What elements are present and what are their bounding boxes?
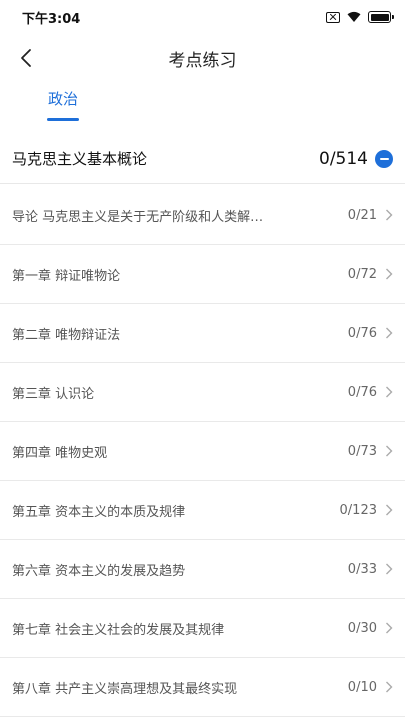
chapter-title: 第五章 资本主义的本质及规律 bbox=[12, 504, 186, 520]
chapter-progress: 0/123 bbox=[339, 502, 377, 518]
wifi-icon bbox=[347, 11, 361, 22]
chapter-row[interactable]: 第二章 唯物辩证法 0/76 bbox=[0, 304, 405, 363]
subject-progress: 0/514 bbox=[319, 148, 368, 169]
chapter-row[interactable]: 第六章 资本主义的发展及趋势 0/33 bbox=[0, 540, 405, 599]
tab-politics[interactable]: 政治 bbox=[47, 88, 79, 126]
chapter-row[interactable]: 第四章 唯物史观 0/73 bbox=[0, 422, 405, 481]
chapter-progress: 0/33 bbox=[347, 561, 377, 577]
chevron-right-icon bbox=[386, 622, 393, 634]
chevron-right-icon bbox=[386, 209, 393, 221]
chapter-row[interactable]: 第五章 资本主义的本质及规律 0/123 bbox=[0, 481, 405, 540]
chapter-title: 第一章 辩证唯物论 bbox=[12, 268, 121, 284]
chapter-title: 第八章 共产主义崇高理想及其最终实现 bbox=[12, 681, 238, 697]
chapter-row[interactable]: 第八章 共产主义崇高理想及其最终实现 0/10 bbox=[0, 658, 405, 717]
chapter-row[interactable]: 第一章 辩证唯物论 0/72 bbox=[0, 245, 405, 304]
no-sim-icon bbox=[326, 11, 340, 23]
chevron-right-icon bbox=[386, 504, 393, 516]
chevron-right-icon bbox=[386, 268, 393, 280]
chapter-title: 第六章 资本主义的发展及趋势 bbox=[12, 563, 186, 579]
chapter-row[interactable]: 第七章 社会主义社会的发展及其规律 0/30 bbox=[0, 599, 405, 658]
chapter-list: 导论 马克思主义是关于无产阶级和人类解… 0/21 第一章 辩证唯物论 0/72… bbox=[0, 186, 405, 717]
chapter-row[interactable]: 导论 马克思主义是关于无产阶级和人类解… 0/21 bbox=[0, 186, 405, 245]
status-icons bbox=[326, 11, 394, 23]
chevron-right-icon bbox=[386, 327, 393, 339]
chevron-right-icon bbox=[386, 563, 393, 575]
status-time: 下午3:04 bbox=[22, 11, 81, 27]
chapter-row[interactable]: 第三章 认识论 0/76 bbox=[0, 363, 405, 422]
subject-title: 马克思主义基本概论 bbox=[12, 150, 148, 168]
subject-tabs: 政治 bbox=[0, 88, 405, 128]
page-title: 考点练习 bbox=[168, 50, 237, 71]
chevron-left-icon bbox=[21, 49, 31, 67]
chapter-title: 第二章 唯物辩证法 bbox=[12, 327, 121, 343]
chapter-progress: 0/21 bbox=[347, 207, 377, 223]
navigation-bar: 考点练习 bbox=[0, 36, 405, 80]
chevron-right-icon bbox=[386, 386, 393, 398]
chapter-progress: 0/72 bbox=[347, 266, 377, 282]
subject-header[interactable]: 马克思主义基本概论 0/514 bbox=[0, 134, 405, 184]
chevron-right-icon bbox=[386, 445, 393, 457]
chapter-title: 第三章 认识论 bbox=[12, 386, 95, 402]
tab-label: 政治 bbox=[47, 90, 78, 108]
chapter-progress: 0/76 bbox=[347, 325, 377, 341]
chapter-progress: 0/30 bbox=[347, 620, 377, 636]
status-bar: 下午3:04 bbox=[0, 0, 405, 34]
chapter-title: 第七章 社会主义社会的发展及其规律 bbox=[12, 622, 225, 638]
chapter-title: 导论 马克思主义是关于无产阶级和人类解… bbox=[12, 209, 264, 225]
back-button[interactable] bbox=[10, 42, 42, 74]
tab-active-indicator bbox=[47, 118, 79, 121]
collapse-minus-icon[interactable] bbox=[375, 149, 393, 168]
chapter-progress: 0/73 bbox=[347, 443, 377, 459]
battery-icon bbox=[368, 11, 394, 23]
chevron-right-icon bbox=[386, 681, 393, 693]
chapter-progress: 0/10 bbox=[347, 679, 377, 695]
chapter-title: 第四章 唯物史观 bbox=[12, 445, 108, 461]
chapter-progress: 0/76 bbox=[347, 384, 377, 400]
